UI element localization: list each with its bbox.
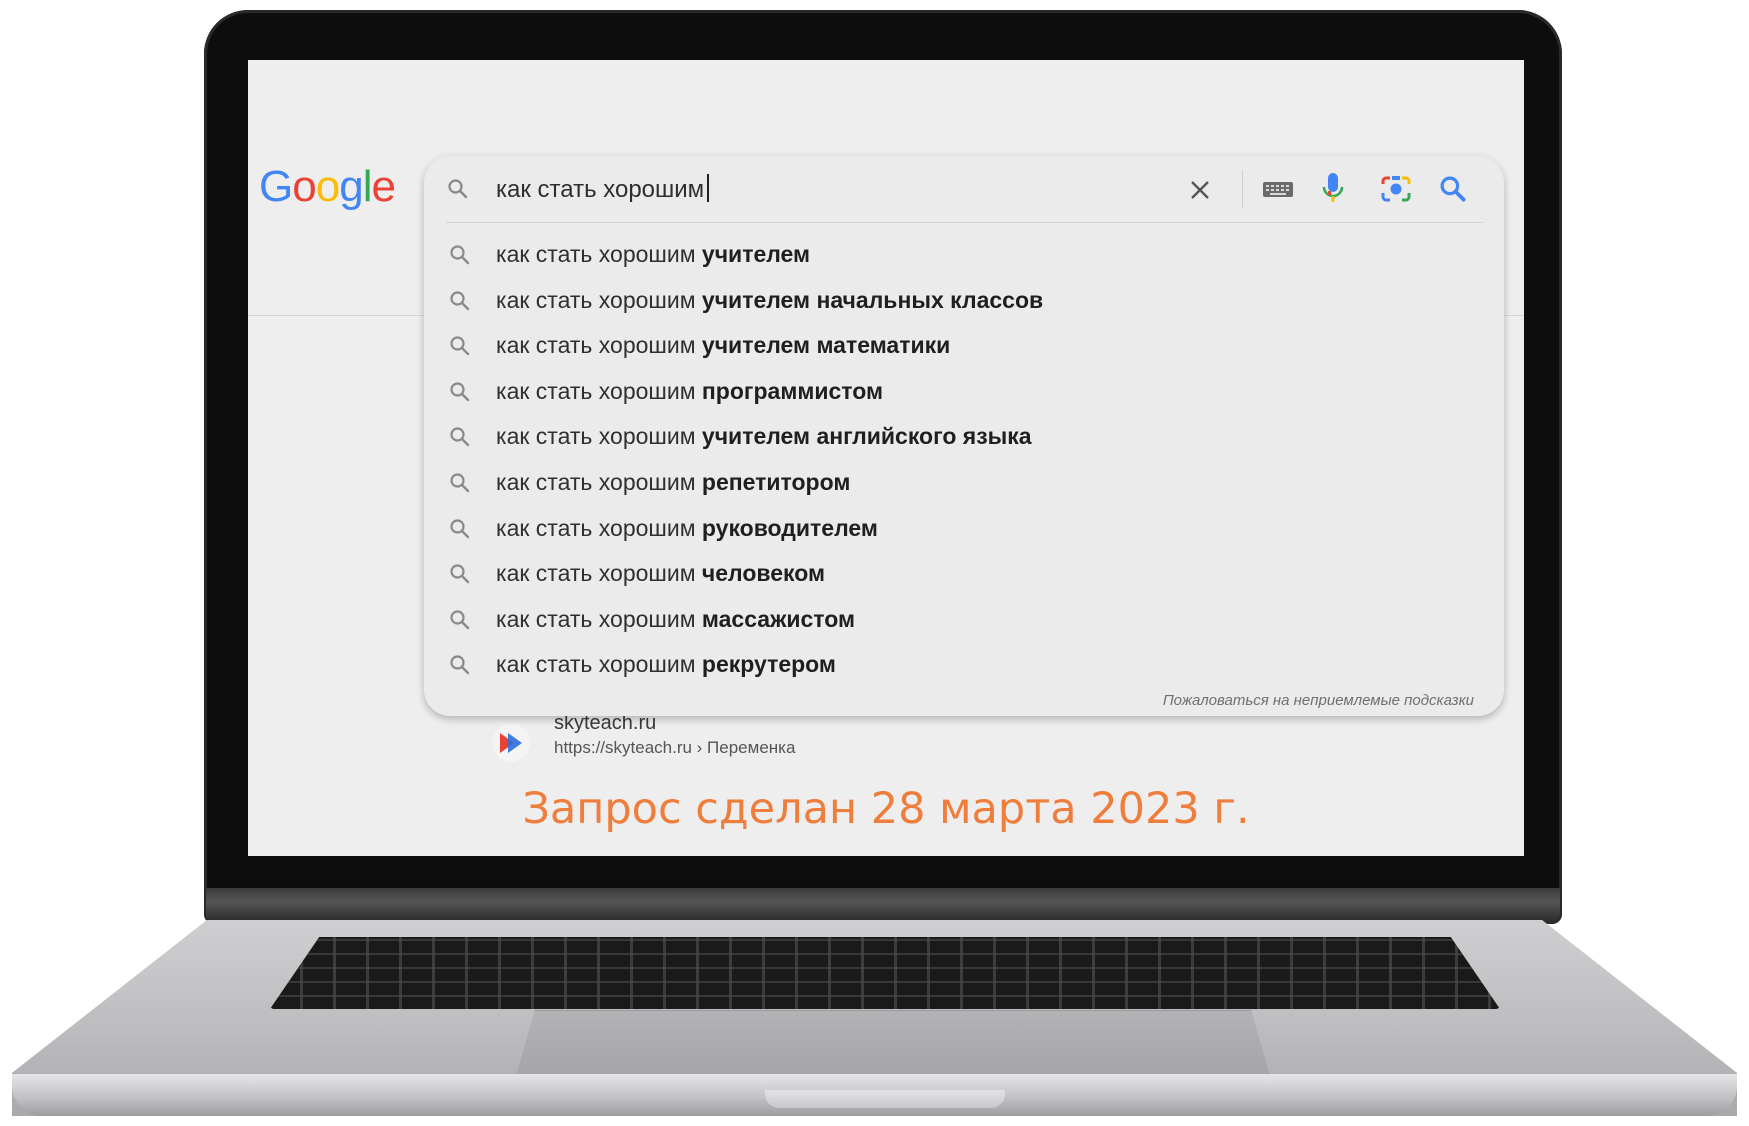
suggestion-text: как стать хорошим руководителем: [496, 515, 878, 542]
suggestion-item[interactable]: как стать хорошим учителем: [424, 232, 1504, 278]
suggestion-prefix: как стать хорошим: [496, 286, 696, 313]
suggestion-prefix: как стать хорошим: [496, 651, 696, 678]
search-submit-icon[interactable]: [1438, 174, 1468, 204]
laptop-lid-notch: [765, 1090, 1005, 1108]
suggestion-text: как стать хорошим массажистом: [496, 606, 855, 633]
search-icon: [450, 610, 470, 629]
logo-letter: o: [292, 162, 317, 211]
suggestion-completion: программистом: [701, 377, 883, 404]
search-icon: [450, 336, 470, 356]
suggestion-completion: человеком: [701, 560, 826, 587]
search-icon: [450, 655, 470, 675]
suggestion-prefix: как стать хорошим: [496, 241, 696, 267]
laptop-hinge: [206, 888, 1560, 922]
suggestion-completion: учителем английского языка: [701, 423, 1032, 450]
search-icon: [450, 427, 470, 447]
suggestion-text: как стать хорошим человеком: [496, 560, 825, 587]
suggestion-item[interactable]: как стать хорошим рекрутером: [424, 642, 1504, 688]
text-caret: [707, 174, 710, 202]
search-icon: [450, 245, 470, 265]
laptop-keyboard: [270, 937, 1500, 1009]
suggestion-completion: учителем начальных классов: [701, 286, 1044, 313]
search-query: как стать хорошим: [496, 176, 705, 203]
suggestion-item[interactable]: как стать хорошим учителем английского я…: [424, 414, 1504, 460]
suggestion-prefix: как стать хорошим: [496, 468, 696, 495]
toolbar-divider: [1242, 170, 1243, 208]
suggestion-prefix: как стать хорошим: [496, 514, 696, 541]
result-breadcrumb[interactable]: https://skyteach.ru › Переменка: [554, 738, 795, 758]
logo-letter: g: [339, 162, 364, 211]
suggestion-completion: репетитором: [701, 468, 851, 495]
suggestion-prefix: как стать хорошим: [496, 605, 696, 632]
suggestion-prefix: как стать хорошим: [496, 560, 696, 587]
suggestion-completion: массажистом: [701, 605, 856, 632]
camera-icon[interactable]: [1380, 174, 1412, 204]
suggestion-item[interactable]: как стать хорошим руководителем: [424, 506, 1504, 552]
suggestion-text: как стать хорошим учителем английского я…: [496, 423, 1032, 450]
suggestion-completion: учителем: [701, 241, 811, 267]
date-caption: Запрос сделан 28 марта 2023 г.: [522, 784, 1250, 834]
search-icon: [450, 290, 470, 310]
suggestion-item[interactable]: как стать хорошим массажистом: [424, 597, 1504, 643]
suggestion-item[interactable]: как стать хорошим учителем математики: [424, 323, 1504, 369]
search-icon: [450, 382, 470, 401]
keyboard-icon[interactable]: [1262, 179, 1294, 199]
search-input[interactable]: как стать хорошим: [496, 174, 710, 204]
query-divider: [446, 222, 1484, 223]
logo-letter: G: [259, 162, 293, 211]
logo-letter: o: [315, 162, 341, 211]
search-icon: [448, 179, 468, 199]
suggestion-text: как стать хорошим рекрутером: [496, 651, 836, 678]
suggestion-prefix: как стать хорошим: [496, 332, 696, 359]
suggestion-completion: руководителем: [701, 514, 878, 541]
play-icon: [500, 733, 522, 753]
suggestion-text: как стать хорошим учителем: [496, 241, 810, 268]
suggestion-list: как стать хорошим учителем как стать хор…: [424, 232, 1504, 688]
suggestion-item[interactable]: как стать хорошим программистом: [424, 369, 1504, 415]
suggestion-completion: учителем математики: [701, 332, 951, 359]
search-icon: [450, 564, 470, 584]
suggestion-text: как стать хорошим учителем начальных кла…: [496, 287, 1043, 314]
microphone-icon[interactable]: [1320, 172, 1346, 206]
search-icon: [450, 518, 470, 538]
laptop-screen: Google skyteach.ru https://skyteach.ru ›…: [248, 60, 1524, 856]
suggestion-item[interactable]: как стать хорошим человеком: [424, 551, 1504, 597]
report-suggestions-link[interactable]: Пожаловаться на неприемлемые подсказки: [1163, 692, 1474, 709]
google-logo[interactable]: Google: [259, 162, 396, 212]
suggestion-prefix: как стать хорошим: [496, 377, 696, 404]
search-box[interactable]: как стать хорошим как стать хорошим учит…: [424, 156, 1504, 716]
suggestion-text: как стать хорошим программистом: [496, 378, 883, 405]
suggestion-prefix: как стать хорошим: [496, 423, 696, 450]
query-row: как стать хорошим: [424, 156, 1504, 222]
suggestion-text: как стать хорошим репетитором: [496, 469, 850, 496]
suggestion-text: как стать хорошим учителем математики: [496, 332, 950, 359]
suggestion-item[interactable]: как стать хорошим репетитором: [424, 460, 1504, 506]
suggestion-completion: рекрутером: [701, 651, 836, 678]
close-icon[interactable]: [1188, 178, 1212, 202]
search-icon: [450, 473, 470, 493]
logo-letter: e: [371, 162, 396, 211]
suggestion-item[interactable]: как стать хорошим учителем начальных кла…: [424, 278, 1504, 324]
site-favicon: [492, 724, 530, 762]
